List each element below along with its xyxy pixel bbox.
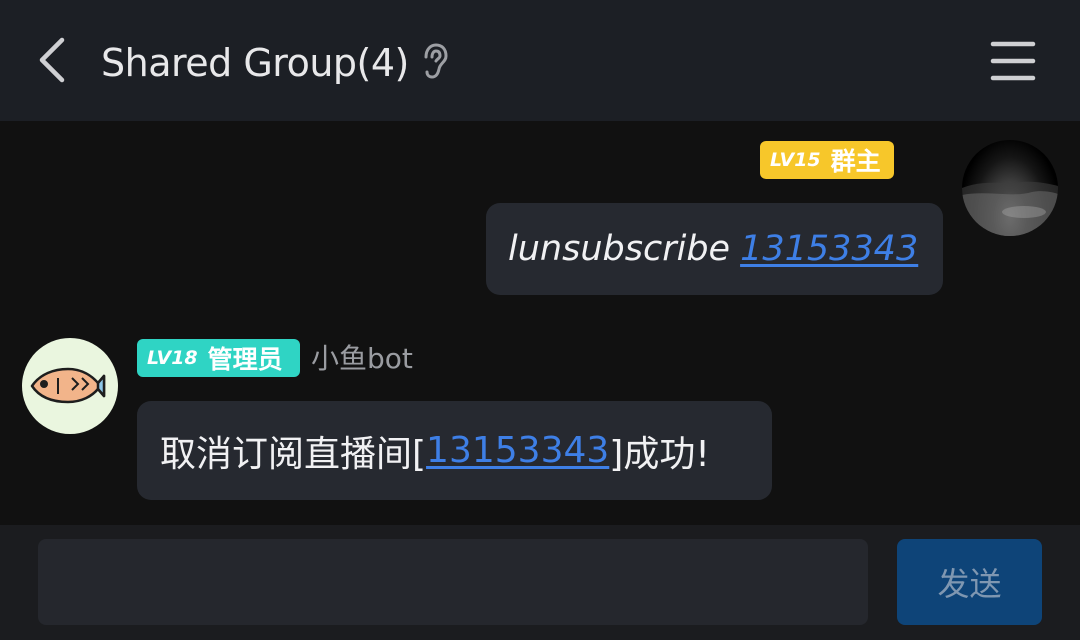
ear-icon[interactable] bbox=[420, 42, 452, 82]
role-label: 群主 bbox=[830, 147, 881, 176]
message-text-suffix: ]成功! bbox=[609, 433, 710, 475]
bot-message-bubble[interactable]: 取消订阅直播间[13153343]成功! bbox=[137, 401, 772, 500]
admin-badge: LV18 管理员 bbox=[137, 339, 300, 377]
chat-app: Shared Group(4) LV15 群主 lunsubscribe 131… bbox=[0, 0, 1080, 640]
message-text: 取消订阅直播间[ bbox=[160, 433, 427, 475]
room-id-link[interactable]: 13153343 bbox=[740, 229, 918, 269]
level-label: LV15 bbox=[770, 149, 821, 171]
room-id-link[interactable]: 13153343 bbox=[426, 430, 609, 471]
role-label: 管理员 bbox=[207, 345, 283, 374]
send-button[interactable]: 发送 bbox=[897, 539, 1042, 625]
bot-avatar[interactable] bbox=[22, 338, 118, 434]
hamburger-menu-icon[interactable] bbox=[986, 36, 1040, 86]
message-input[interactable] bbox=[38, 539, 868, 625]
level-label: LV18 bbox=[147, 347, 198, 369]
self-avatar[interactable] bbox=[962, 140, 1058, 236]
sender-name: 小鱼bot bbox=[311, 342, 413, 375]
moon-surface-icon bbox=[962, 181, 1058, 236]
fish-icon bbox=[30, 367, 106, 404]
owner-badge: LV15 群主 bbox=[760, 141, 894, 179]
chevron-left-icon[interactable] bbox=[22, 30, 82, 90]
message-text: lunsubscribe bbox=[508, 229, 731, 269]
self-message-bubble[interactable]: lunsubscribe 13153343 bbox=[486, 203, 943, 295]
header-bar: Shared Group(4) bbox=[0, 0, 1080, 121]
page-title: Shared Group(4) bbox=[101, 41, 409, 85]
